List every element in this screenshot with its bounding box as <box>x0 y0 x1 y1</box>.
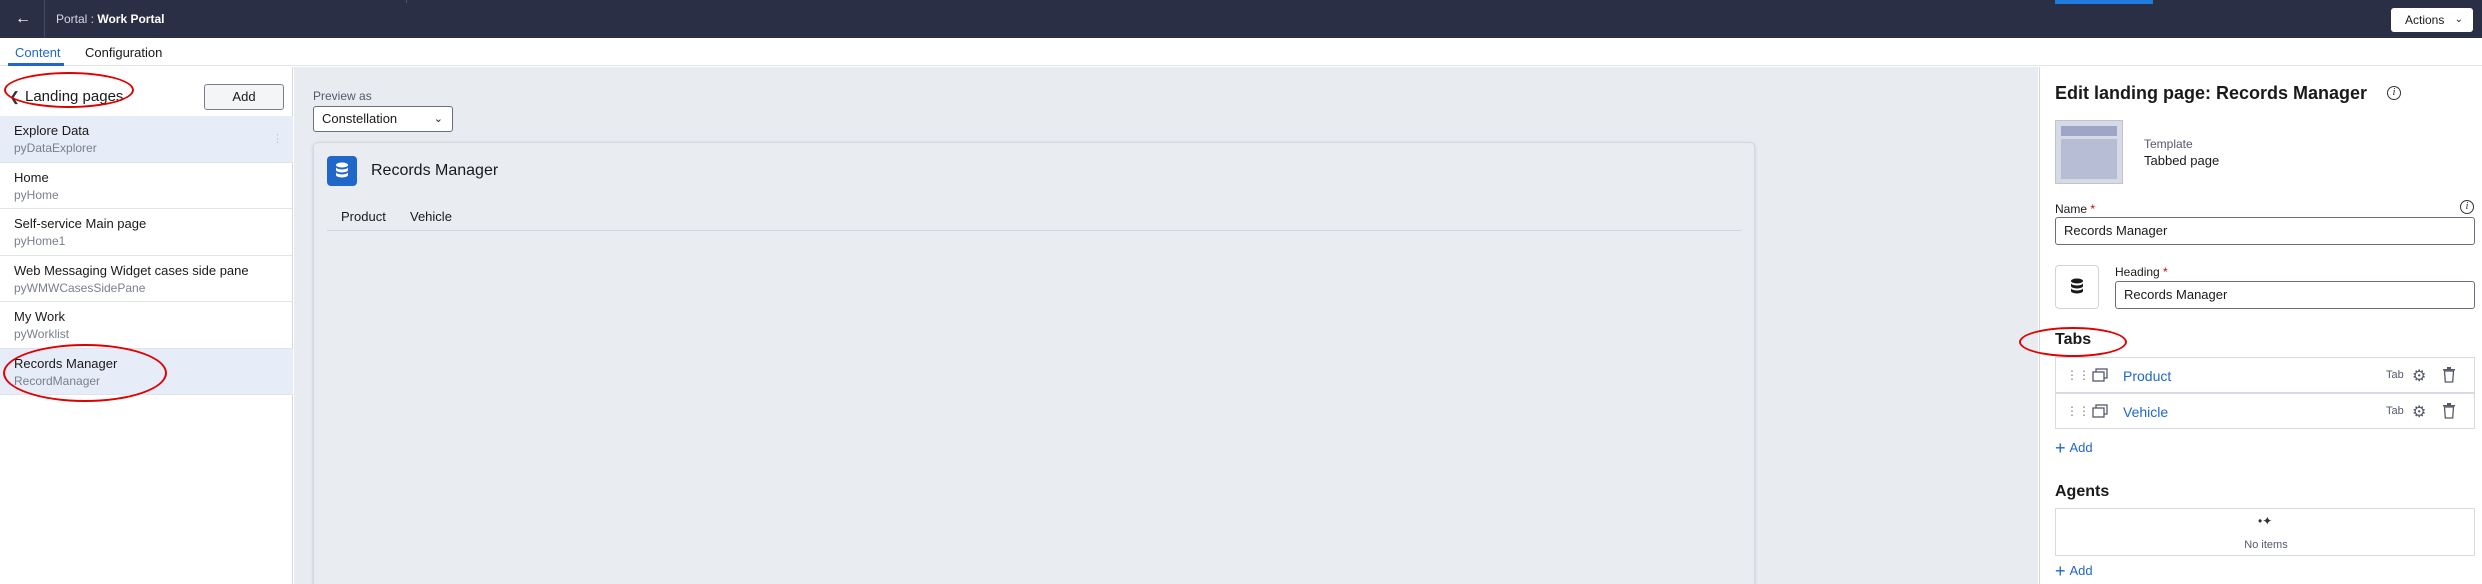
drag-handle-icon[interactable]: ⋮ <box>272 132 283 145</box>
list-item-subtitle: pyWMWCasesSidePane <box>14 280 146 295</box>
list-item[interactable]: My Work pyWorklist <box>0 302 293 349</box>
thumbnail-body <box>2061 139 2117 179</box>
tabs-icon <box>2092 404 2108 418</box>
required-mark: * <box>2090 202 2096 216</box>
tab-row-type: Tab <box>2386 405 2404 417</box>
tab-bar: Content Configuration <box>0 38 2482 66</box>
template-label: Template <box>2144 137 2193 151</box>
annotation-circle <box>3 344 167 402</box>
preview-area: Preview as Constellation ⌄ Records Manag… <box>294 67 2038 584</box>
portal-title-name: Work Portal <box>97 12 165 26</box>
add-agent-button[interactable]: + Add <box>2055 561 2093 582</box>
list-item[interactable]: Self-service Main page pyHome1 <box>0 209 293 256</box>
back-arrow-icon[interactable]: ← <box>12 8 34 30</box>
list-item-subtitle: pyHome <box>14 187 59 202</box>
template-value: Tabbed page <box>2144 153 2220 168</box>
preview-card-title: Records Manager <box>371 162 499 179</box>
edit-panel: Edit landing page: Records Manager i Tem… <box>2039 67 2482 584</box>
list-item-subtitle: pyDataExplorer <box>14 141 97 155</box>
template-thumbnail[interactable] <box>2055 120 2123 184</box>
agents-empty-state: •✦ No items <box>2055 508 2475 556</box>
tabs-icon <box>2092 368 2108 382</box>
chevron-down-icon: ⌄ <box>433 113 443 125</box>
preview-as-select[interactable]: Constellation ⌄ <box>313 106 453 132</box>
tab-row-name[interactable]: Product <box>2123 368 2171 384</box>
preview-as-value: Constellation <box>322 111 398 126</box>
list-item-title: Self-service Main page <box>14 216 147 231</box>
actions-label: Actions <box>2405 13 2445 27</box>
portal-title-prefix: Portal : <box>56 12 98 26</box>
add-tab-button[interactable]: + Add <box>2055 438 2093 459</box>
divider <box>406 0 407 3</box>
trash-icon[interactable] <box>2442 403 2456 419</box>
heading-label: Heading * <box>2115 265 2168 279</box>
tab-content[interactable]: Content <box>15 45 61 60</box>
add-tab-label: Add <box>2069 440 2093 455</box>
preview-tab-vehicle[interactable]: Vehicle <box>410 209 452 224</box>
drag-handle-icon[interactable]: ⋮⋮ <box>2066 368 2090 382</box>
active-tab-underline <box>8 63 64 66</box>
plus-icon: + <box>2055 438 2066 458</box>
preview-as-label: Preview as <box>313 89 372 103</box>
heading-icon-picker[interactable] <box>2055 265 2099 309</box>
heading-label-text: Heading <box>2115 265 2160 279</box>
add-agent-label: Add <box>2069 563 2093 578</box>
tab-row[interactable]: ⋮⋮ Product Tab ⚙ <box>2055 357 2475 393</box>
heading-field[interactable]: Records Manager <box>2115 281 2475 309</box>
tab-row-type: Tab <box>2386 369 2404 381</box>
preview-tab-product[interactable]: Product <box>341 209 386 224</box>
name-field[interactable]: Records Manager <box>2055 217 2475 245</box>
active-indicator <box>2055 0 2153 4</box>
drag-handle-icon[interactable]: ⋮⋮ <box>2066 404 2090 418</box>
list-item-subtitle: pyWorklist <box>14 327 70 341</box>
list-item-title: Web Messaging Widget cases side pane <box>14 262 249 278</box>
name-label: Name * <box>2055 202 2095 216</box>
tab-row-name[interactable]: Vehicle <box>2123 404 2168 420</box>
edit-heading: Edit landing page: Records Manager <box>2055 83 2368 103</box>
annotation-circle <box>2019 327 2127 357</box>
list-item-title: Home <box>14 169 49 185</box>
tab-configuration[interactable]: Configuration <box>85 45 162 60</box>
agents-empty-text: No items <box>2244 539 2288 551</box>
preview-card: Records Manager Product Vehicle <box>313 142 1755 584</box>
list-item-title: Explore Data <box>14 123 90 138</box>
agents-section-title: Agents <box>2055 483 2110 500</box>
sparkle-icon: •✦ <box>2258 514 2273 528</box>
tab-row[interactable]: ⋮⋮ Vehicle Tab ⚙ <box>2055 393 2475 429</box>
list-item[interactable]: Explore Data pyDataExplorer ⋮ <box>0 116 293 163</box>
info-icon[interactable]: i <box>2460 200 2474 214</box>
name-label-text: Name <box>2055 202 2088 216</box>
list-item-subtitle: pyHome1 <box>14 234 66 248</box>
info-icon[interactable]: i <box>2387 86 2401 100</box>
portal-title: Portal : Work Portal <box>56 12 164 26</box>
actions-button[interactable]: Actions ⌄ <box>2391 8 2473 32</box>
list-item[interactable]: Web Messaging Widget cases side pane pyW… <box>0 256 293 302</box>
plus-icon: + <box>2055 561 2066 581</box>
trash-icon[interactable] <box>2442 367 2456 383</box>
list-item[interactable]: Home pyHome <box>0 163 293 209</box>
gear-icon[interactable]: ⚙ <box>2412 366 2426 386</box>
thumbnail-bar <box>2061 126 2117 136</box>
annotation-circle <box>4 72 134 108</box>
divider <box>44 0 45 38</box>
divider <box>327 230 1741 231</box>
top-bar: ← Portal : Work Portal Actions ⌄ <box>0 0 2482 38</box>
add-landing-page-button[interactable]: Add <box>204 84 284 110</box>
gear-icon[interactable]: ⚙ <box>2412 402 2426 422</box>
landing-pages-panel: ❮ Landing pages Add Explore Data pyDataE… <box>0 67 293 584</box>
list-item-title: My Work <box>14 309 66 324</box>
database-icon <box>2071 278 2083 294</box>
database-icon <box>327 156 357 186</box>
chevron-down-icon: ⌄ <box>2454 14 2463 25</box>
required-mark: * <box>2163 265 2168 279</box>
